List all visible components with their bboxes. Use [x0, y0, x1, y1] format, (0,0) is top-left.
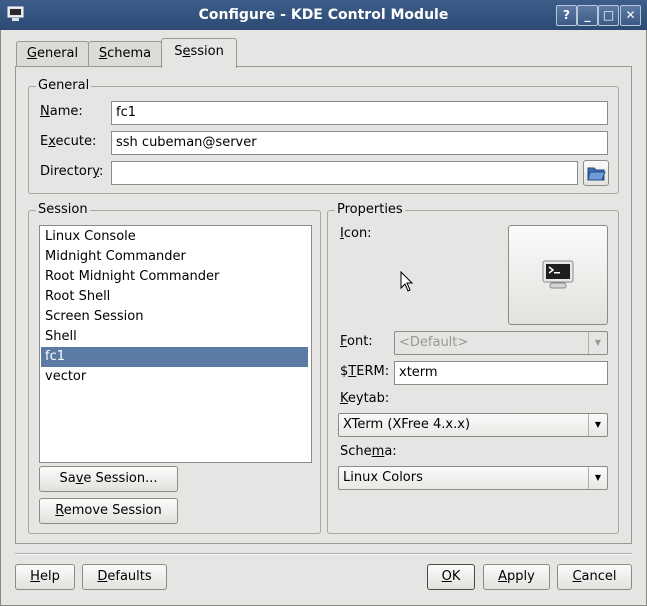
list-item[interactable]: Root Midnight Commander [41, 267, 308, 287]
defaults-button[interactable]: Defaults [82, 564, 167, 590]
tab-schema[interactable]: Schema [88, 41, 162, 67]
list-item-selected[interactable]: fc1 [41, 347, 308, 367]
remove-session-button[interactable]: Remove Session [39, 498, 178, 524]
close-button[interactable]: ✕ [620, 5, 641, 26]
browse-directory-button[interactable] [583, 160, 609, 186]
terminal-icon [542, 260, 574, 289]
execute-label: Execute: [40, 134, 97, 149]
apply-button[interactable]: Apply [483, 564, 550, 590]
help-button[interactable]: Help [15, 564, 75, 590]
font-select-value: <Default> [399, 335, 469, 350]
chevron-down-icon: ▼ [588, 332, 607, 354]
keytab-select[interactable]: XTerm (XFree 4.x.x) ▼ [338, 413, 608, 437]
mouse-cursor-icon [400, 271, 414, 292]
list-item[interactable]: Shell [41, 327, 308, 347]
general-legend: General [36, 78, 92, 93]
font-label: Font: [340, 334, 373, 349]
list-item[interactable]: vector [41, 367, 308, 387]
font-select[interactable]: <Default> ▼ [394, 331, 608, 355]
folder-open-icon [587, 167, 606, 181]
list-item[interactable]: Linux Console [41, 227, 308, 247]
schema-label: Schema: [340, 444, 397, 459]
cancel-button[interactable]: Cancel [557, 564, 632, 590]
name-field[interactable]: fc1 [111, 101, 608, 125]
name-label: Name: [40, 104, 83, 119]
ok-button[interactable]: OK [427, 564, 475, 590]
list-item[interactable]: Screen Session [41, 307, 308, 327]
window-title: Configure - KDE Control Module [198, 7, 449, 23]
save-session-button[interactable]: Save Session... [39, 466, 178, 492]
directory-label: Directory: [40, 164, 104, 179]
session-list[interactable]: Linux Console Midnight Commander Root Mi… [39, 225, 312, 463]
term-label: $TERM: [340, 364, 390, 379]
maximize-button[interactable]: □ [598, 5, 619, 26]
keytab-select-value: XTerm (XFree 4.x.x) [343, 417, 471, 432]
schema-select-value: Linux Colors [343, 470, 423, 485]
chevron-down-icon: ▼ [588, 414, 607, 436]
tab-general[interactable]: General [16, 41, 89, 67]
keytab-label: Keytab: [340, 391, 390, 406]
schema-select[interactable]: Linux Colors ▼ [338, 466, 608, 490]
term-field[interactable]: xterm [394, 361, 608, 385]
list-item[interactable]: Midnight Commander [41, 247, 308, 267]
list-item[interactable]: Root Shell [41, 287, 308, 307]
icon-label: Icon: [340, 226, 372, 241]
minimize-button[interactable]: _ [577, 5, 598, 26]
footer-separator [15, 553, 632, 555]
chevron-down-icon: ▼ [588, 467, 607, 489]
help-title-button[interactable]: ? [556, 5, 577, 26]
properties-legend: Properties [335, 202, 405, 217]
icon-button[interactable] [508, 225, 608, 325]
tab-session[interactable]: Session [161, 38, 237, 68]
execute-field[interactable]: ssh cubeman@server [111, 131, 608, 155]
session-legend: Session [36, 202, 90, 217]
directory-field[interactable] [111, 161, 578, 185]
title-bar[interactable]: Configure - KDE Control Module ? _ □ ✕ [0, 0, 647, 30]
